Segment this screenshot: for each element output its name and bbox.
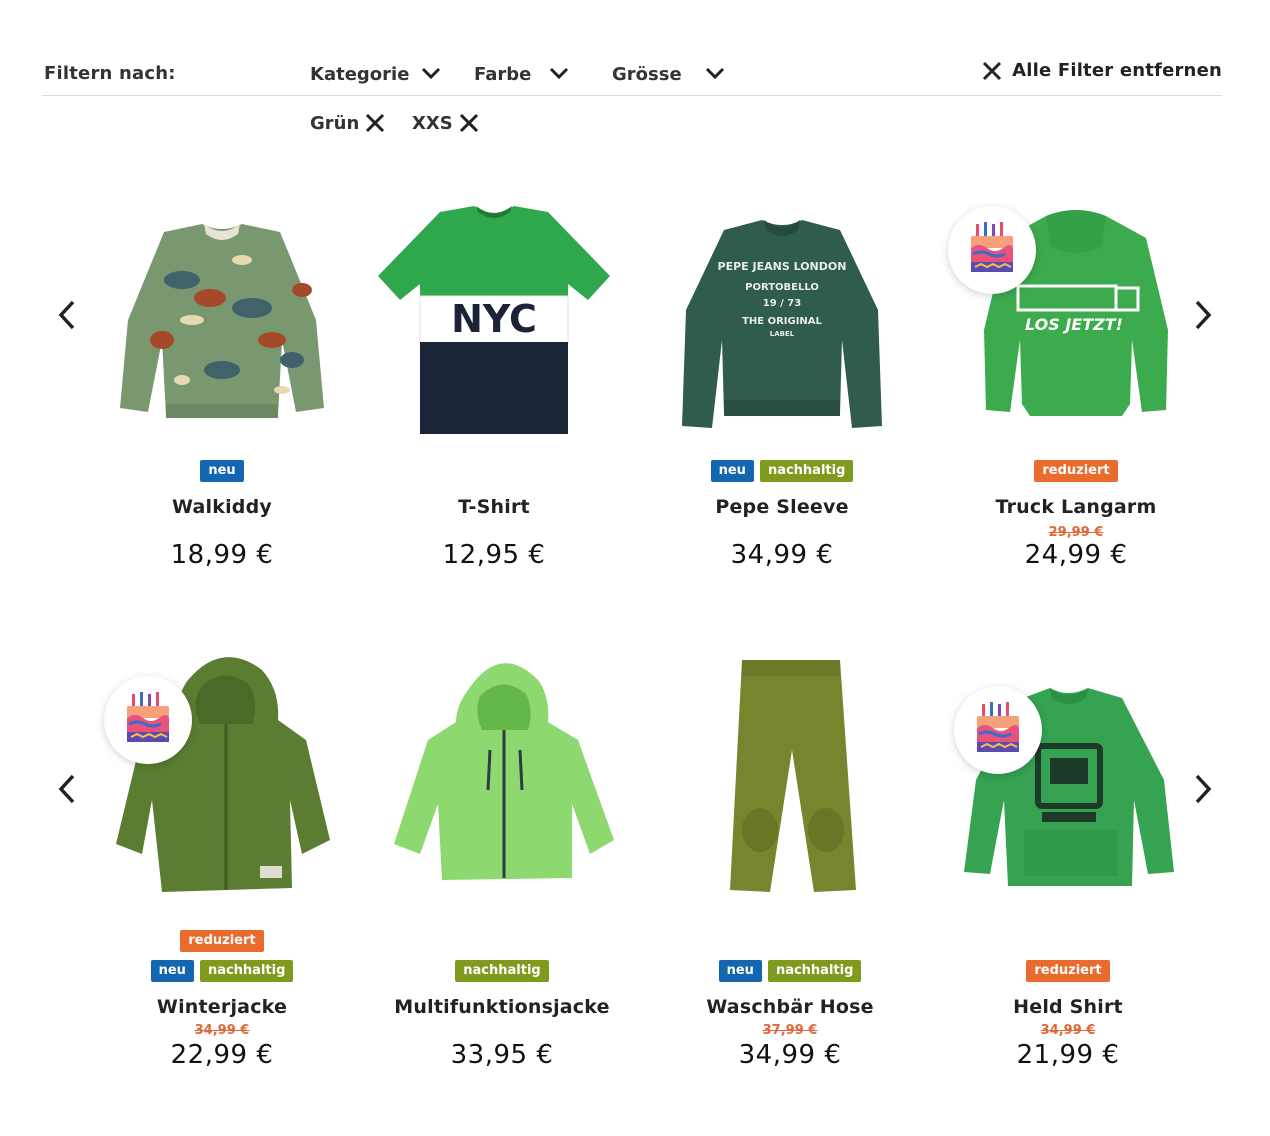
product-old-price: 37,99 € [762,1023,818,1038]
badge-group: reduziert [946,460,1206,482]
dropdown-label: Kategorie [310,63,410,85]
badge-reduziert: reduziert [180,930,264,952]
product-card[interactable]: LOS JETZT! reduziert Truck Langarm 29,99… [946,190,1206,590]
product-price: 22,99 € [170,1040,274,1070]
chevron-down-icon [549,67,569,80]
product-price: 12,95 € [442,540,546,570]
product-card[interactable]: neu nachhaltig Waschbär Hose 37,99 € 34,… [660,640,920,1080]
product-name: Multifunktionsjacke [394,996,610,1018]
carousel-prev-button-row1[interactable] [52,295,82,335]
product-name: Held Shirt [1013,996,1123,1018]
badge-group: reduziert [92,930,352,952]
badge-nachhaltig: nachhaltig [767,960,862,982]
badge-group: neu nachhaltig [660,960,920,982]
chip-label: Grün [310,112,360,134]
product-card[interactable]: NYC T-Shirt 12,95 € [364,190,624,590]
truck-shirt-image [964,688,1174,886]
product-name: Truck Langarm [995,496,1157,518]
active-filter-chip-xxs[interactable]: XXS [412,110,479,136]
product-card[interactable]: reduziert Held Shirt 34,99 € 21,99 € [938,640,1198,1080]
dropdown-label: Farbe [474,63,532,85]
badge-neu: neu [150,960,194,982]
filter-bar: Filtern nach: Kategorie Farbe Grösse All… [42,52,1222,96]
product-name: T-Shirt [458,496,530,518]
badge-nachhaltig: nachhaltig [455,960,549,982]
product-price: 33,95 € [450,1040,554,1070]
rain-jacket-image [394,663,614,880]
clear-all-filters-button[interactable]: Alle Filter entfernen [982,60,1222,81]
birthday-cake-icon [948,206,1036,294]
dino-sweater-image [120,224,324,418]
product-name: Waschbär Hose [706,996,874,1018]
product-name: Walkiddy [172,496,272,518]
product-old-price: 29,99 € [1048,525,1104,540]
filter-label: Filtern nach: [44,63,176,84]
badge-nachhaltig: nachhaltig [759,460,854,482]
badge-reduziert: reduziert [1034,460,1118,482]
product-card[interactable]: neu Walkiddy 18,99 € [92,190,352,590]
product-price: 24,99 € [1024,540,1128,570]
svg-text:PEPE JEANS LONDON: PEPE JEANS LONDON [718,260,847,273]
carousel-prev-button-row2[interactable] [52,769,82,809]
badge-neu: neu [710,460,754,482]
badge-neu: neu [718,960,762,982]
svg-text:THE ORIGINAL: THE ORIGINAL [742,316,822,327]
product-card[interactable]: reduziert neu nachhaltig Winterjacke 34,… [92,640,352,1080]
filter-dropdown-kategorie[interactable]: Kategorie [310,62,441,86]
fleece-pants-image [730,660,856,892]
chevron-left-icon [58,300,75,330]
badge-nachhaltig: nachhaltig [199,960,294,982]
birthday-cake-icon [954,686,1042,774]
filter-dropdown-farbe[interactable]: Farbe [474,62,569,86]
clear-all-label: Alle Filter entfernen [1012,60,1222,81]
dropdown-label: Grösse [612,63,682,85]
pepe-sweater-image: PEPE JEANS LONDON PORTOBELLO 19 / 73 THE… [682,220,882,428]
product-old-price: 34,99 € [1040,1023,1096,1038]
chip-label: XXS [412,112,453,134]
product-card[interactable]: nachhaltig Multifunktionsjacke 33,95 € [372,640,632,1080]
chevron-down-icon [705,67,725,80]
badge-neu: neu [200,460,244,482]
badge-group: nachhaltig [372,960,632,982]
chevron-down-icon [421,67,441,80]
product-price: 34,99 € [730,540,834,570]
product-card[interactable]: PEPE JEANS LONDON PORTOBELLO 19 / 73 THE… [652,190,912,590]
product-price: 34,99 € [738,1040,842,1070]
badge-group: neu nachhaltig [92,960,352,982]
svg-text:PORTOBELLO: PORTOBELLO [745,282,819,293]
close-icon [983,61,1002,80]
badge-group: neu [92,460,352,482]
nyc-tshirt-image: NYC [378,206,610,434]
svg-text:LOS JETZT!: LOS JETZT! [1025,315,1123,334]
remove-filter-icon[interactable] [365,113,385,133]
product-price: 18,99 € [170,540,274,570]
chevron-left-icon [58,774,75,804]
badge-group: reduziert [938,960,1198,982]
remove-filter-icon[interactable] [459,113,479,133]
product-price: 21,99 € [1016,1040,1120,1070]
badge-reduziert: reduziert [1026,960,1110,982]
svg-text:19 / 73: 19 / 73 [763,298,801,309]
birthday-cake-icon [104,676,192,764]
active-filter-chip-gruen[interactable]: Grün [310,110,385,136]
svg-text:NYC: NYC [451,297,537,341]
filter-dropdown-groesse[interactable]: Grösse [612,62,725,86]
svg-text:LABEL: LABEL [770,330,795,338]
product-old-price: 34,99 € [194,1023,250,1038]
product-name: Winterjacke [156,996,288,1018]
product-name: Pepe Sleeve [715,496,849,518]
badge-group: neu nachhaltig [652,460,912,482]
